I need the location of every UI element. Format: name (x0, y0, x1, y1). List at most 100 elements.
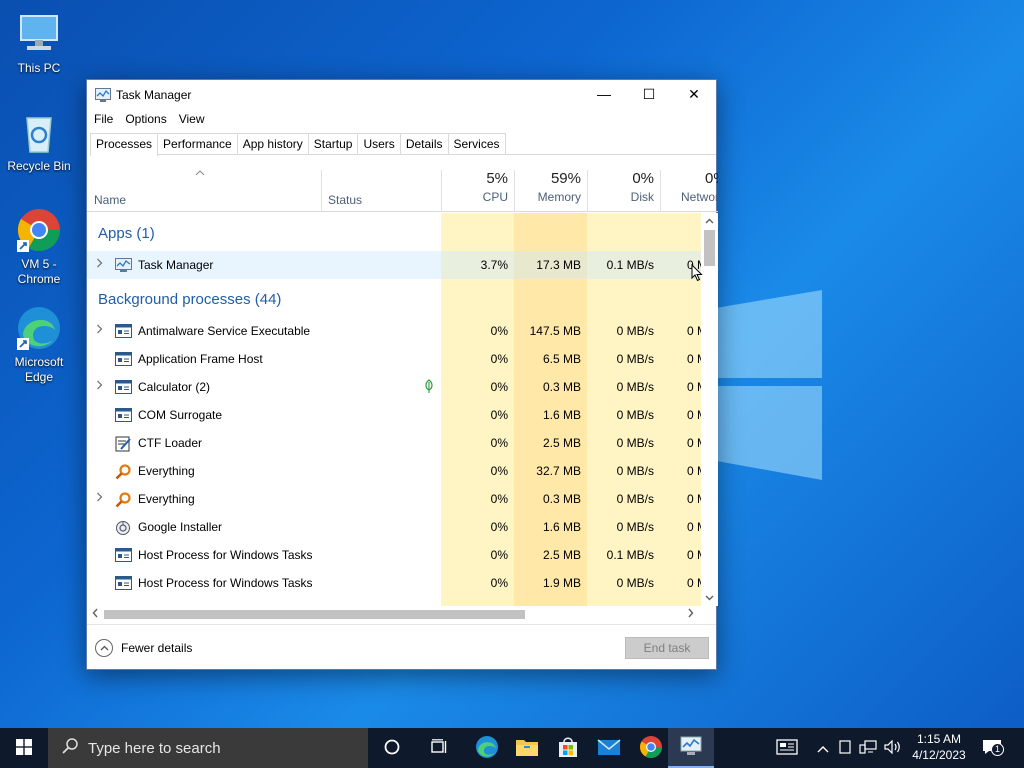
tab-processes[interactable]: Processes (90, 133, 159, 156)
task-view-icon (431, 738, 449, 758)
expand-chevron-icon[interactable] (96, 258, 103, 271)
store-icon (557, 736, 579, 761)
tab-details[interactable]: Details (399, 133, 449, 154)
vertical-scroll-thumb[interactable] (704, 230, 715, 266)
taskbar-search-box[interactable]: Type here to search (48, 728, 368, 768)
chevron-up-icon (817, 741, 829, 756)
network-cell: 0 Mbps (687, 492, 701, 506)
disk-total-percent: 0% (632, 170, 654, 187)
computer-icon (15, 10, 63, 58)
cortana-icon (384, 739, 400, 758)
window-app-icon (115, 548, 132, 562)
process-row[interactable]: Host Process for Windows Tasks 0% 2.5 MB 0.… (87, 541, 701, 569)
fewer-details-label: Fewer details (121, 641, 193, 655)
process-row[interactable]: Application Frame Host 0% 6.5 MB 0 MB/s 0 Mb… (87, 345, 701, 373)
end-task-button[interactable]: End task (625, 637, 709, 659)
taskbar-store-button[interactable] (545, 728, 591, 768)
desktop-icon-vm5-chrome[interactable]: VM 5 - Chrome (1, 206, 77, 287)
process-name: Calculator (2) (138, 380, 211, 394)
expand-chevron-icon[interactable] (96, 492, 103, 505)
desktop-icon-recycle-bin[interactable]: Recycle Bin (1, 108, 77, 174)
expand-chevron-icon[interactable] (96, 380, 103, 393)
process-name: Host Process for Windows Tasks (138, 548, 313, 562)
maximize-button[interactable]: ☐ (626, 80, 672, 108)
process-row[interactable]: Google Installer 0% 1.6 MB 0 MB/s 0 Mbps (87, 513, 701, 541)
desktop-icon-edge[interactable]: Microsoft Edge (1, 304, 77, 385)
volume-button[interactable] (882, 728, 904, 768)
tab-users[interactable]: Users (357, 133, 401, 154)
scroll-down-icon[interactable] (705, 593, 714, 603)
taskbar-file-explorer-button[interactable] (504, 728, 550, 768)
horizontal-scrollbar[interactable] (87, 606, 701, 623)
process-row[interactable]: Calculator (2) 0% 0.3 MB 0 MB/s 0 Mbps (87, 373, 701, 401)
search-placeholder: Type here to search (88, 739, 221, 757)
tab-services[interactable]: Services (447, 133, 506, 154)
menu-view[interactable]: View (178, 110, 211, 128)
tab-performance[interactable]: Performance (157, 133, 238, 154)
fewer-details-button[interactable]: Fewer details (95, 639, 192, 657)
chrome-icon (15, 206, 63, 254)
section-background-processes: Background processes (44) (98, 291, 282, 308)
column-header-status[interactable]: Status (328, 193, 362, 207)
network-total-percent: 0% (705, 170, 718, 187)
process-row[interactable]: Antimalware Service Executable 0% 147.5 MB… (87, 317, 701, 345)
desktop-icon-label: Recycle Bin (7, 159, 71, 173)
process-row[interactable]: COM Surrogate 0% 1.6 MB 0 MB/s 0 Mbps (87, 401, 701, 429)
cpu-cell: 0% (490, 408, 508, 422)
desktop-icon-label: Microsoft Edge (14, 355, 64, 384)
taskbar-mail-button[interactable] (586, 728, 632, 768)
scroll-up-icon[interactable] (705, 216, 714, 226)
news-widget-button[interactable] (772, 728, 802, 768)
minimize-button[interactable]: — (581, 80, 627, 108)
news-icon (776, 738, 798, 758)
menu-file[interactable]: File (93, 110, 119, 128)
process-list: Apps (1) Background processes (44) Task … (87, 213, 701, 606)
column-header-cpu[interactable]: 5% CPU (443, 170, 508, 204)
column-divider (514, 170, 515, 212)
column-header-network[interactable]: 0% Network (662, 170, 718, 212)
edge-icon (475, 735, 499, 762)
menu-options[interactable]: Options (124, 110, 172, 128)
process-row[interactable]: Task Manager3.7%17.3 MB0.1 MB/s0 Mbps (87, 251, 701, 279)
taskbar-task-manager-button[interactable] (668, 728, 714, 768)
start-button[interactable] (0, 728, 48, 768)
taskbar: Type here to search 1:15 AM 4/12/2023 1 (0, 728, 1024, 768)
recycle-bin-icon (15, 108, 63, 156)
vertical-scrollbar[interactable] (701, 213, 718, 606)
task-view-button[interactable] (417, 728, 463, 768)
network-status-button[interactable] (857, 728, 879, 768)
edge-icon (15, 304, 63, 352)
column-header-memory[interactable]: 59% Memory (516, 170, 581, 204)
process-row[interactable]: Host Process for Windows Tasks 0% 1.9 MB 0 … (87, 569, 701, 597)
memory-cell: 32.7 MB (536, 464, 581, 478)
scroll-left-icon[interactable] (92, 608, 98, 621)
process-row[interactable]: CTF Loader 0% 2.5 MB 0 MB/s 0 Mbps (87, 429, 701, 457)
google-installer-icon (115, 520, 132, 535)
scroll-right-icon[interactable] (688, 608, 694, 621)
cortana-button[interactable] (369, 728, 415, 768)
column-header-disk[interactable]: 0% Disk (589, 170, 654, 204)
tray-app-button[interactable] (836, 728, 854, 768)
network-cell: 0 Mbps (687, 408, 701, 422)
tab-startup[interactable]: Startup (307, 133, 359, 154)
tab-app-history[interactable]: App history (236, 133, 309, 154)
network-cell: 0 Mbps (687, 548, 701, 562)
taskbar-clock[interactable]: 1:15 AM 4/12/2023 (906, 731, 972, 763)
tray-window-icon (839, 739, 851, 757)
horizontal-scroll-thumb[interactable] (104, 610, 525, 619)
process-row[interactable]: Everything 0% 0.3 MB 0 MB/s 0 Mbps (87, 485, 701, 513)
network-cell: 0 Mbps (687, 464, 701, 478)
memory-cell: 1.6 MB (542, 408, 581, 422)
notification-count-badge: 1 (991, 743, 1004, 756)
title-bar[interactable]: Task Manager — ☐ ✕ (87, 80, 716, 108)
column-header-name[interactable]: Name (94, 193, 126, 207)
suspended-leaf-icon (424, 379, 434, 393)
close-button[interactable]: ✕ (671, 80, 717, 108)
desktop-icon-this-pc[interactable]: This PC (1, 10, 77, 76)
action-center-button[interactable]: 1 (978, 728, 1008, 768)
expand-chevron-icon[interactable] (96, 324, 103, 337)
disk-cell: 0 MB/s (616, 520, 654, 534)
show-hidden-icons-button[interactable] (812, 728, 834, 768)
magnifier-icon (115, 464, 132, 480)
process-row[interactable]: Everything 0% 32.7 MB 0 MB/s 0 Mbps (87, 457, 701, 485)
